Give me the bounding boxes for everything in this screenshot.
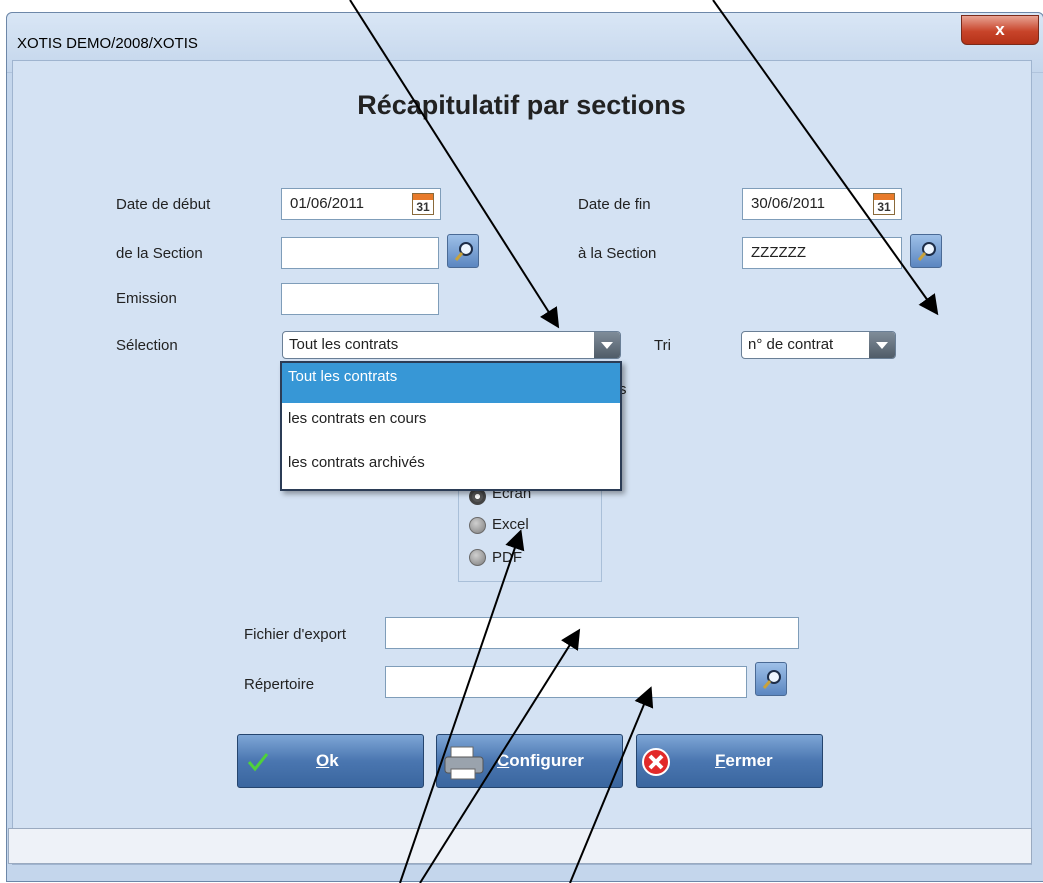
configurer-button[interactable]: Configurer [436, 734, 623, 788]
search-repertoire-button[interactable] [755, 662, 787, 696]
radio-excel[interactable] [469, 517, 486, 534]
date-debut-value: 01/06/2011 [290, 195, 364, 212]
tri-value: n° de contrat [748, 336, 834, 353]
calendar-icon[interactable]: 31 [873, 193, 895, 215]
printer-icon [444, 746, 484, 780]
search-icon [762, 670, 781, 689]
fermer-button[interactable]: Fermer [636, 734, 823, 788]
configurer-label: Configurer [497, 751, 584, 770]
fichier-export-label: Fichier d'export [244, 626, 347, 643]
search-icon [454, 242, 473, 261]
calendar-icon[interactable]: 31 [412, 193, 434, 215]
radio-excel-label: Excel [492, 516, 529, 533]
section-from-label: de la Section [116, 245, 203, 262]
tri-label: Tri [654, 337, 671, 354]
dropdown-option[interactable]: les contrats en cours [282, 405, 620, 445]
search-section-from-button[interactable] [447, 234, 479, 268]
cancel-icon [642, 748, 670, 776]
status-bar [8, 828, 1032, 864]
page-title: Récapitulatif par sections [357, 90, 686, 120]
emission-field[interactable] [281, 283, 439, 315]
radio-pdf-label: PDF [492, 549, 522, 566]
calendar-day: 31 [416, 200, 430, 214]
calendar-day: 31 [877, 200, 891, 214]
search-icon [917, 242, 936, 261]
section-to-value: ZZZZZZ [751, 244, 806, 261]
selection-combobox[interactable]: Tout les contrats [282, 331, 621, 359]
close-button[interactable]: x [961, 15, 1039, 45]
dropdown-option[interactable]: Tout les contrats [282, 363, 620, 403]
chevron-down-icon[interactable] [869, 332, 895, 358]
section-to-label: à la Section [578, 245, 657, 262]
dropdown-option[interactable]: les contrats archivés [282, 449, 620, 489]
date-fin-label: Date de fin [578, 196, 651, 213]
date-debut-label: Date de début [116, 196, 211, 213]
repertoire-field[interactable] [385, 666, 747, 698]
emission-label: Emission [116, 290, 177, 307]
section-from-field[interactable] [281, 237, 439, 269]
search-section-to-button[interactable] [910, 234, 942, 268]
window-title: XOTIS DEMO/2008/XOTIS [17, 35, 198, 52]
date-fin-value: 30/06/2011 [751, 195, 825, 212]
chevron-down-icon[interactable] [594, 332, 620, 358]
selection-dropdown-list: Tout les contrats les contrats en cours … [280, 361, 622, 491]
tri-combobox[interactable]: n° de contrat [741, 331, 896, 359]
selection-label: Sélection [116, 337, 178, 354]
selection-value: Tout les contrats [289, 336, 399, 353]
repertoire-label: Répertoire [244, 676, 315, 693]
fermer-label: Fermer [715, 751, 773, 770]
section-to-field[interactable]: ZZZZZZ [742, 237, 902, 269]
ok-label: Ok [316, 751, 339, 770]
check-icon [247, 753, 269, 772]
fichier-export-field[interactable] [385, 617, 799, 649]
radio-pdf[interactable] [469, 549, 486, 566]
ok-button[interactable]: Ok [237, 734, 424, 788]
